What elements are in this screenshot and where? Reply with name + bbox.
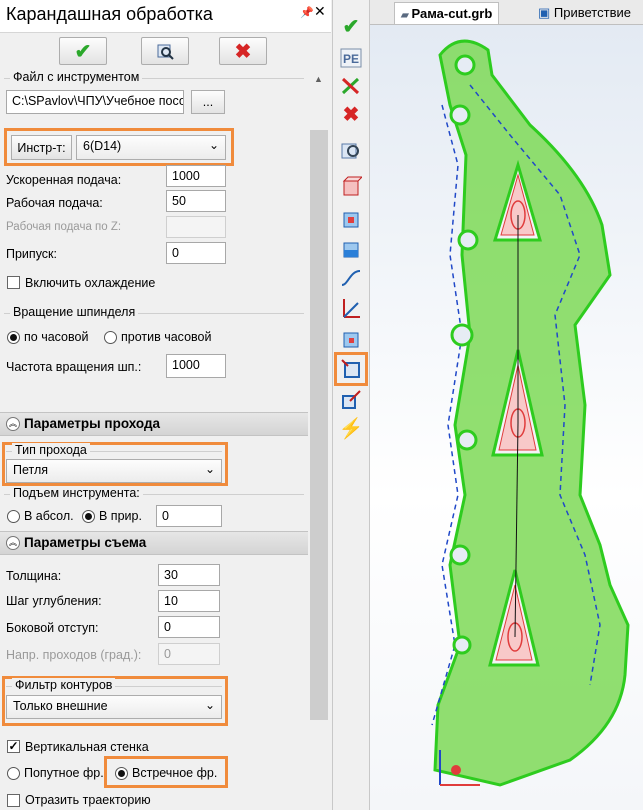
ok-button[interactable]: ✔ bbox=[59, 37, 107, 65]
axis-icon[interactable] bbox=[337, 294, 365, 322]
coolant-label: Включить охлаждение bbox=[25, 276, 156, 290]
coolant-checkbox[interactable] bbox=[7, 276, 20, 289]
conventional-milling-radio[interactable] bbox=[115, 767, 128, 780]
angle-input: 0 bbox=[158, 643, 220, 665]
contour-filter-group: Фильтр контуров bbox=[6, 678, 222, 692]
cycle-icon[interactable] bbox=[337, 72, 365, 100]
chevron-down-icon: ⌄ bbox=[204, 698, 215, 712]
scroll-up-icon[interactable]: ▲ bbox=[314, 74, 323, 84]
cancel-button[interactable]: ✖ bbox=[219, 37, 267, 65]
tab-rama-cut[interactable]: ▰ Рама-cut.grb bbox=[394, 2, 500, 24]
document-tabs: ▰ Рама-cut.grb ▣ Приветствие bbox=[370, 0, 643, 25]
curve-icon[interactable] bbox=[337, 264, 365, 292]
spindle-cw-label: по часовой bbox=[24, 330, 89, 344]
step-input[interactable]: 10 bbox=[158, 590, 220, 612]
pe-icon[interactable]: PE bbox=[337, 44, 365, 72]
check-icon[interactable]: ✔ bbox=[337, 12, 365, 40]
part-model bbox=[431, 39, 630, 787]
vertical-wall-label: Вертикальная стенка bbox=[25, 740, 149, 754]
thickness-input[interactable]: 30 bbox=[158, 564, 220, 586]
pin-icon[interactable]: 📌 bbox=[300, 6, 314, 19]
lift-input[interactable]: 0 bbox=[156, 505, 222, 527]
climb-milling-label: Попутное фр. bbox=[24, 766, 104, 780]
side-offset-label: Боковой отступ: bbox=[6, 621, 99, 635]
tool-button[interactable]: Инстр-т: bbox=[11, 135, 72, 160]
angle-label: Напр. проходов (град.): bbox=[6, 648, 142, 662]
side-offset-input[interactable]: 0 bbox=[158, 616, 220, 638]
pass-section-header[interactable]: ︽ Параметры прохода bbox=[0, 412, 308, 436]
collapse-icon: ︽ bbox=[6, 417, 20, 431]
tool-file-group: Файл с инструментом bbox=[4, 70, 304, 84]
preview-icon bbox=[157, 44, 174, 60]
svg-text:PE: PE bbox=[343, 52, 359, 66]
pencil-machining-icon[interactable] bbox=[337, 355, 365, 383]
feed-z-label: Рабочая подача по Z: bbox=[6, 221, 122, 233]
mirror-path-label: Отразить траекторию bbox=[25, 793, 151, 807]
welcome-icon: ▣ bbox=[538, 5, 554, 20]
climb-milling-radio[interactable] bbox=[7, 767, 20, 780]
3d-viewport[interactable] bbox=[370, 25, 643, 810]
browse-button[interactable]: ... bbox=[191, 90, 225, 114]
spindle-speed-label: Частота вращения шп.: bbox=[6, 360, 142, 374]
lift-abs-radio[interactable] bbox=[7, 510, 20, 523]
tool-file-path[interactable]: C:\SPavlov\ЧПУ\Учебное посо bbox=[6, 90, 184, 114]
pencil-machining-panel: Карандашная обработка 📌 ✕ ✔ ✖ Файл с инс… bbox=[0, 0, 333, 810]
box-cut-icon[interactable] bbox=[337, 324, 365, 352]
allowance-label: Припуск: bbox=[6, 247, 57, 261]
spindle-ccw-label: против часовой bbox=[121, 330, 212, 344]
mirror-path-checkbox[interactable] bbox=[7, 794, 20, 807]
rapid-feed-label: Ускоренная подача: bbox=[6, 173, 122, 187]
lift-abs-label: В абсол. bbox=[24, 509, 74, 523]
document-icon: ▰ bbox=[401, 10, 412, 21]
step-label: Шаг углубления: bbox=[6, 594, 102, 608]
rapid-feed-input[interactable]: 1000 bbox=[166, 165, 226, 187]
feed-z-input bbox=[166, 216, 226, 238]
view-icon[interactable] bbox=[337, 136, 365, 164]
lift-rel-label: В прир. bbox=[99, 509, 142, 523]
pass-type-group: Тип прохода bbox=[6, 443, 222, 457]
spindle-cw-radio[interactable] bbox=[7, 331, 20, 344]
pass-type-select[interactable]: Петля ⌄ bbox=[6, 459, 222, 483]
collapse-icon: ︽ bbox=[6, 536, 20, 550]
thickness-label: Толщина: bbox=[6, 569, 62, 583]
chevron-down-icon: ⌄ bbox=[208, 138, 219, 152]
tab-welcome[interactable]: ▣ Приветствие bbox=[532, 2, 637, 24]
spindle-ccw-radio[interactable] bbox=[104, 331, 117, 344]
conventional-milling-label: Встречное фр. bbox=[132, 766, 218, 780]
panel-header: Карандашная обработка 📌 ✕ bbox=[0, 0, 331, 33]
close-icon[interactable]: ✕ bbox=[314, 3, 326, 20]
vertical-wall-checkbox[interactable]: ✓ bbox=[7, 740, 20, 753]
box-blue-icon[interactable] bbox=[337, 204, 365, 232]
chevron-down-icon: ⌄ bbox=[204, 462, 215, 476]
allowance-input[interactable]: 0 bbox=[166, 242, 226, 264]
delete-icon[interactable]: ✖ bbox=[337, 100, 365, 128]
contour-filter-select[interactable]: Только внешние ⌄ bbox=[6, 695, 222, 719]
tool-select[interactable]: 6(D14) ⌄ bbox=[76, 135, 226, 160]
box-red-icon[interactable] bbox=[337, 172, 365, 200]
feed-label: Рабочая подача: bbox=[6, 196, 103, 210]
panel-scrollbar[interactable]: ▲ bbox=[308, 70, 330, 810]
box-blue2-icon[interactable] bbox=[337, 234, 365, 262]
lightning-icon[interactable]: ⚡ bbox=[337, 414, 365, 442]
feed-input[interactable]: 50 bbox=[166, 190, 226, 212]
lift-rel-radio[interactable] bbox=[82, 510, 95, 523]
panel-title: Карандашная обработка bbox=[6, 4, 213, 24]
vertical-toolbar: ✔ PE ✖ ⚡ bbox=[333, 0, 370, 810]
scroll-thumb[interactable] bbox=[310, 130, 328, 720]
spindle-speed-input[interactable]: 1000 bbox=[166, 354, 226, 378]
removal-section-header[interactable]: ︽ Параметры съема bbox=[0, 531, 308, 555]
lift-group: Подъем инструмента: bbox=[4, 486, 304, 500]
box-arrow-icon[interactable] bbox=[337, 386, 365, 414]
spindle-group: Вращение шпинделя bbox=[4, 305, 304, 319]
preview-button[interactable] bbox=[141, 37, 189, 65]
